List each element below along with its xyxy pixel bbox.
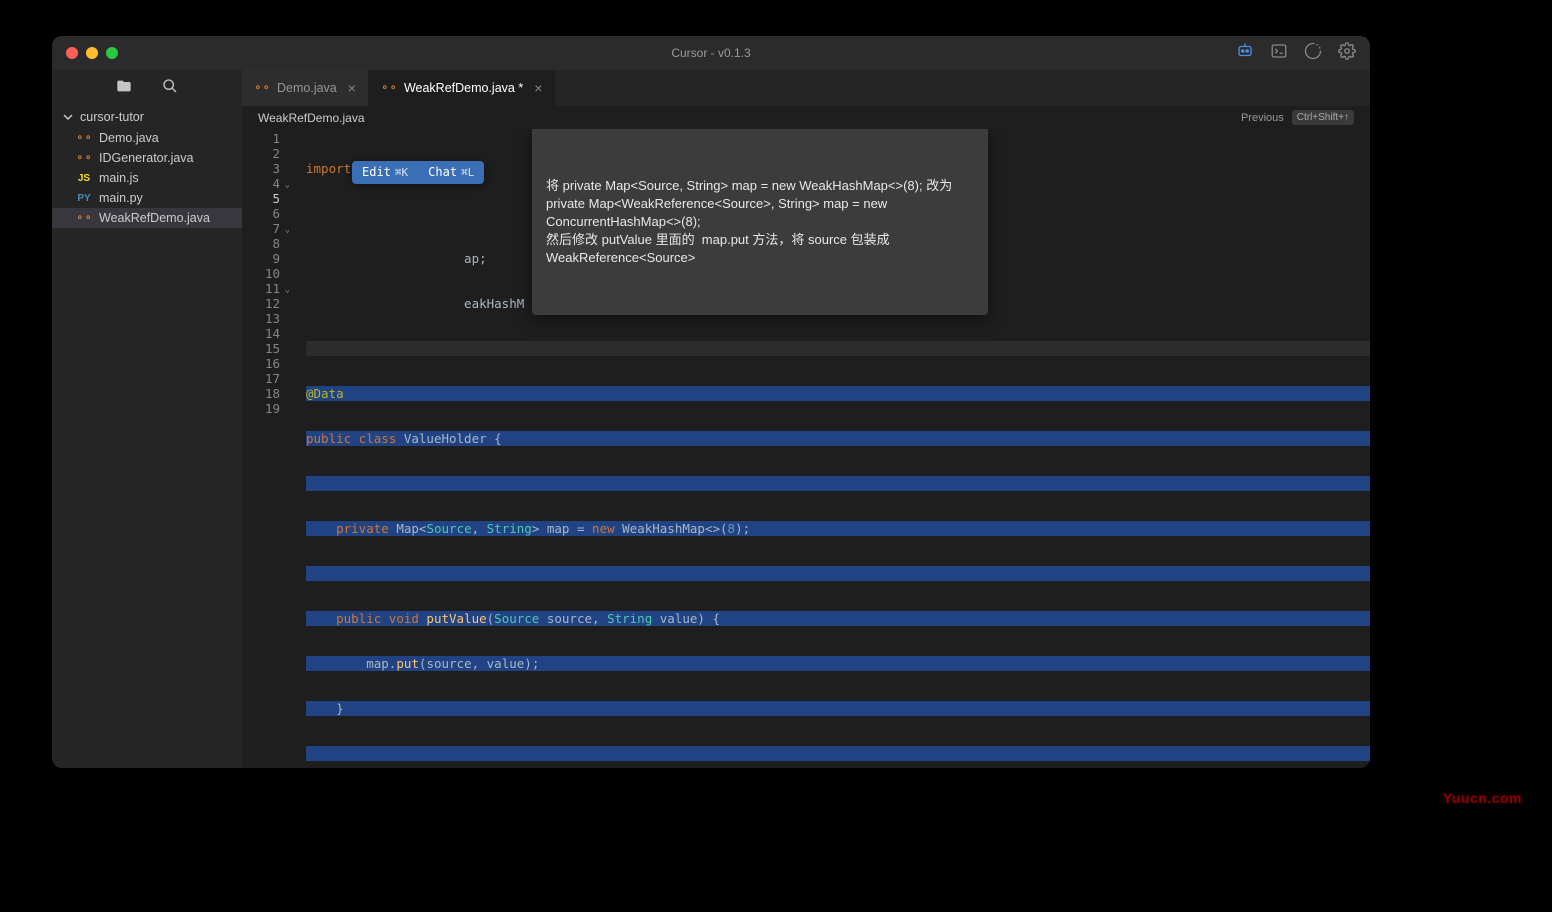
edit-kbd: ⌘K <box>395 165 408 180</box>
popup-text: 将 private Map<Source, String> map = new … <box>546 177 974 267</box>
project-name: cursor-tutor <box>80 110 144 124</box>
line-number: 1 <box>242 131 280 146</box>
line-number: 2 <box>242 146 280 161</box>
chat-kbd: ⌘L <box>461 165 474 180</box>
inline-actions: Edit ⌘K Chat ⌘L <box>352 161 484 184</box>
tab-weakrefdemo[interactable]: ⚬⚬ WeakRefDemo.java * × <box>369 70 555 106</box>
line-number: 19 <box>242 401 280 416</box>
ai-icon[interactable] <box>1236 42 1254 65</box>
code-line: } <box>306 701 1370 716</box>
project-folder[interactable]: cursor-tutor <box>52 106 242 128</box>
java-icon: ⚬⚬ <box>381 83 397 94</box>
search-icon[interactable] <box>162 78 178 99</box>
file-name: Demo.java <box>99 131 159 145</box>
maximize-window-button[interactable] <box>106 47 118 59</box>
sidebar: cursor-tutor ⚬⚬ Demo.java ⚬⚬ IDGenerator… <box>52 70 242 768</box>
breadcrumb: WeakRefDemo.java Previous Ctrl+Shift+↑ <box>242 106 1370 129</box>
code-line: public void putValue(Source source, Stri… <box>306 611 1370 626</box>
tab-label: WeakRefDemo.java * <box>404 81 523 95</box>
close-icon[interactable]: × <box>348 80 356 96</box>
code-line: @Data <box>306 386 1370 401</box>
chevron-down-icon <box>62 111 74 123</box>
line-number: 10 <box>242 266 280 281</box>
code-line <box>306 746 1370 761</box>
line-number: 7⌄ <box>242 221 280 236</box>
breadcrumb-actions: Previous Ctrl+Shift+↑ <box>1241 110 1354 125</box>
file-name: WeakRefDemo.java <box>99 211 210 225</box>
file-item-demo[interactable]: ⚬⚬ Demo.java <box>52 128 242 148</box>
line-number: 18 <box>242 386 280 401</box>
line-number: 14 <box>242 326 280 341</box>
chat-button[interactable]: Chat ⌘L <box>418 161 484 184</box>
app-window: Cursor - v0.1.3 cursor-tutor ⚬⚬ Demo.jav… <box>52 36 1370 768</box>
tab-label: Demo.java <box>277 81 337 95</box>
editor[interactable]: 1 2 3 4⌄ 5 6 7⌄ 8 9 10 11⌄ 12 13 14 15 1… <box>242 129 1370 768</box>
app-body: cursor-tutor ⚬⚬ Demo.java ⚬⚬ IDGenerator… <box>52 70 1370 768</box>
line-number: 15 <box>242 341 280 356</box>
line-number: 12 <box>242 296 280 311</box>
line-number: 17 <box>242 371 280 386</box>
activity-icon[interactable] <box>1304 42 1322 65</box>
js-icon: JS <box>76 173 92 184</box>
code-line: private Map<Source, String> map = new We… <box>306 521 1370 536</box>
file-item-mainpy[interactable]: PY main.py <box>52 188 242 208</box>
line-number: 13 <box>242 311 280 326</box>
terminal-icon[interactable] <box>1270 42 1288 65</box>
file-name: IDGenerator.java <box>99 151 194 165</box>
java-icon: ⚬⚬ <box>76 153 92 164</box>
close-window-button[interactable] <box>66 47 78 59</box>
edit-label: Edit <box>362 165 391 180</box>
code-line: map.put(source, value); <box>306 656 1370 671</box>
file-name: main.py <box>99 191 143 205</box>
code-area[interactable]: import lombok.Data; ap; eakHashM @Data p… <box>290 129 1370 768</box>
traffic-lights <box>52 47 118 59</box>
watermark: Yuucn.com <box>1443 790 1522 806</box>
tabs: ⚬⚬ Demo.java × ⚬⚬ WeakRefDemo.java * × <box>242 70 1370 106</box>
code-line <box>306 476 1370 491</box>
chat-label: Chat <box>428 165 457 180</box>
settings-icon[interactable] <box>1338 42 1356 65</box>
folder-icon[interactable] <box>116 78 132 99</box>
line-number: 3 <box>242 161 280 176</box>
line-number: 5 <box>242 191 280 206</box>
shortcut-badge: Ctrl+Shift+↑ <box>1292 110 1354 125</box>
file-item-idgenerator[interactable]: ⚬⚬ IDGenerator.java <box>52 148 242 168</box>
minimize-window-button[interactable] <box>86 47 98 59</box>
sidebar-top <box>52 70 242 106</box>
line-number: 11⌄ <box>242 281 280 296</box>
close-icon[interactable]: × <box>534 80 542 96</box>
code-line <box>306 341 1370 356</box>
java-icon: ⚬⚬ <box>254 83 270 94</box>
window-title: Cursor - v0.1.3 <box>671 46 750 60</box>
titlebar-actions <box>1236 42 1356 65</box>
previous-label[interactable]: Previous <box>1241 112 1284 124</box>
line-number: 16 <box>242 356 280 371</box>
line-number: 8 <box>242 236 280 251</box>
edit-button[interactable]: Edit ⌘K <box>352 161 418 184</box>
file-name: main.js <box>99 171 139 185</box>
code-line: public class ValueHolder { <box>306 431 1370 446</box>
titlebar: Cursor - v0.1.3 <box>52 36 1370 70</box>
main-area: ⚬⚬ Demo.java × ⚬⚬ WeakRefDemo.java * × W… <box>242 70 1370 768</box>
line-number: 4⌄ <box>242 176 280 191</box>
breadcrumb-file[interactable]: WeakRefDemo.java <box>258 111 365 125</box>
tab-demo[interactable]: ⚬⚬ Demo.java × <box>242 70 369 106</box>
line-number: 9 <box>242 251 280 266</box>
file-item-mainjs[interactable]: JS main.js <box>52 168 242 188</box>
py-icon: PY <box>76 193 92 204</box>
line-number: 6 <box>242 206 280 221</box>
code-line <box>306 566 1370 581</box>
java-icon: ⚬⚬ <box>76 133 92 144</box>
gutter: 1 2 3 4⌄ 5 6 7⌄ 8 9 10 11⌄ 12 13 14 15 1… <box>242 129 290 768</box>
java-icon: ⚬⚬ <box>76 213 92 224</box>
ai-suggestion-popup[interactable]: 将 private Map<Source, String> map = new … <box>532 129 988 315</box>
file-item-weakrefdemo[interactable]: ⚬⚬ WeakRefDemo.java <box>52 208 242 228</box>
